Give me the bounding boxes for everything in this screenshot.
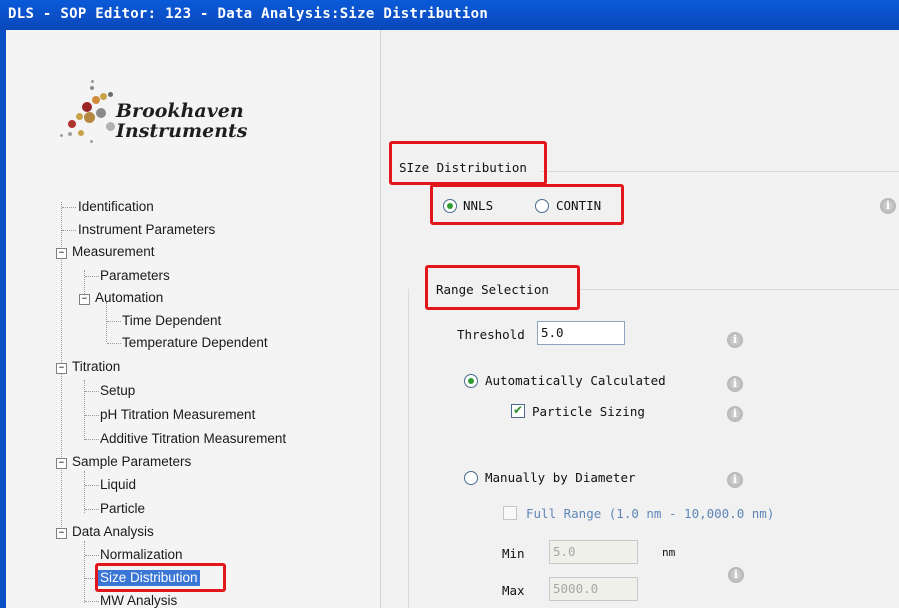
tree-item-liquid[interactable]: Liquid bbox=[100, 477, 136, 493]
tree-item-particle[interactable]: Particle bbox=[100, 501, 145, 517]
info-icon[interactable]: i bbox=[727, 472, 743, 488]
manual-diameter-radio[interactable] bbox=[464, 471, 478, 485]
auto-calculated-label[interactable]: Automatically Calculated bbox=[485, 373, 666, 388]
tree-item-titration[interactable]: Titration bbox=[72, 359, 120, 375]
info-icon[interactable]: i bbox=[727, 332, 743, 348]
data-analysis-collapse-toggle[interactable]: − bbox=[56, 528, 67, 539]
tree-item-measurement[interactable]: Measurement bbox=[72, 244, 155, 260]
particle-sizing-label[interactable]: Particle Sizing bbox=[532, 404, 645, 419]
tree-item-measurement-parameters[interactable]: Parameters bbox=[100, 268, 170, 284]
tree-item-instrument-parameters[interactable]: Instrument Parameters bbox=[78, 222, 215, 238]
tree-item-identification[interactable]: Identification bbox=[78, 199, 154, 215]
max-label: Max bbox=[502, 583, 525, 598]
max-input[interactable]: 5000.0 bbox=[549, 577, 638, 601]
highlight-box-tree-selection bbox=[95, 563, 226, 592]
manual-diameter-label[interactable]: Manually by Diameter bbox=[485, 470, 636, 485]
tree-item-additive-titration-measurement[interactable]: Additive Titration Measurement bbox=[100, 431, 286, 447]
window-title: DLS - SOP Editor: 123 - Data Analysis:Si… bbox=[8, 6, 489, 22]
min-unit: nm bbox=[662, 546, 676, 559]
title-bar: DLS - SOP Editor: 123 - Data Analysis:Si… bbox=[0, 0, 899, 30]
tree-item-data-analysis[interactable]: Data Analysis bbox=[72, 524, 154, 540]
tree-item-temperature-dependent[interactable]: Temperature Dependent bbox=[122, 335, 268, 351]
tree-item-automation[interactable]: Automation bbox=[95, 290, 163, 306]
logo-text-brookhaven: Brookhaven bbox=[116, 100, 244, 122]
tree-item-sample-parameters[interactable]: Sample Parameters bbox=[72, 454, 191, 470]
min-input[interactable]: 5.0 bbox=[549, 540, 638, 564]
highlight-box-size-distribution bbox=[389, 141, 547, 185]
highlight-box-algorithm bbox=[430, 184, 624, 225]
full-range-label: Full Range (1.0 nm - 10,000.0 nm) bbox=[526, 506, 775, 521]
auto-calculated-radio[interactable] bbox=[464, 374, 478, 388]
brookhaven-logo: Brookhaven Instruments bbox=[60, 80, 280, 150]
threshold-input[interactable]: 5.0 bbox=[537, 321, 625, 345]
tree-item-mw-analysis[interactable]: MW Analysis bbox=[100, 593, 177, 609]
info-icon[interactable]: i bbox=[880, 198, 896, 214]
info-icon[interactable]: i bbox=[727, 406, 743, 422]
min-label: Min bbox=[502, 546, 525, 561]
particle-sizing-checkbox[interactable] bbox=[511, 403, 525, 418]
sample-parameters-collapse-toggle[interactable]: − bbox=[56, 458, 67, 469]
tree-item-ph-titration-measurement[interactable]: pH Titration Measurement bbox=[100, 407, 255, 423]
window-left-border bbox=[0, 30, 6, 608]
highlight-box-range-selection bbox=[425, 265, 580, 310]
automation-collapse-toggle[interactable]: − bbox=[79, 294, 90, 305]
info-icon[interactable]: i bbox=[727, 376, 743, 392]
tree-item-time-dependent[interactable]: Time Dependent bbox=[122, 313, 221, 329]
info-icon[interactable]: i bbox=[728, 567, 744, 583]
threshold-label: Threshold bbox=[457, 327, 525, 342]
measurement-collapse-toggle[interactable]: − bbox=[56, 248, 67, 259]
full-range-checkbox[interactable] bbox=[503, 506, 517, 520]
logo-text-instruments: Instruments bbox=[116, 120, 248, 142]
tree-item-normalization[interactable]: Normalization bbox=[100, 547, 183, 563]
titration-collapse-toggle[interactable]: − bbox=[56, 363, 67, 374]
settings-panel: SIze Distribution NNLS CONTIN i Range Se… bbox=[380, 30, 899, 608]
tree-item-setup[interactable]: Setup bbox=[100, 383, 135, 399]
